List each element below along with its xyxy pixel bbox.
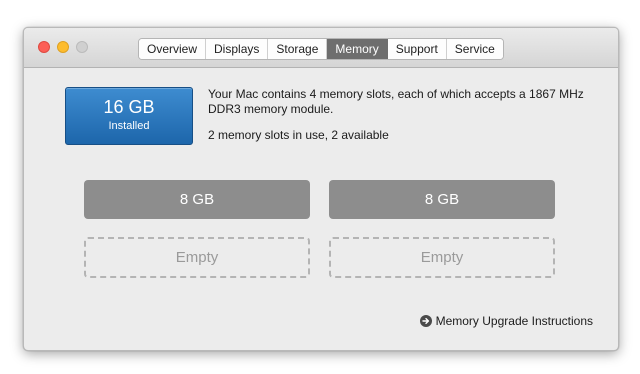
installed-memory-size: 16 GB	[103, 97, 155, 117]
memory-slots-description: Your Mac contains 4 memory slots, each o…	[208, 87, 584, 116]
memory-pane: 16 GB Installed Your Mac contains 4 memo…	[24, 68, 618, 350]
memory-slot-4: Empty	[329, 237, 555, 278]
tab-bar: Overview Displays Storage Memory Support…	[138, 38, 504, 60]
title-bar: Overview Displays Storage Memory Support…	[24, 28, 618, 68]
memory-slots-usage: 2 memory slots in use, 2 available	[208, 128, 389, 142]
memory-info: Your Mac contains 4 memory slots, each o…	[208, 87, 588, 143]
memory-upgrade-instructions-label: Memory Upgrade Instructions	[435, 314, 593, 328]
about-this-mac-window: Overview Displays Storage Memory Support…	[23, 27, 619, 351]
tab-support[interactable]: Support	[387, 39, 447, 59]
tab-overview[interactable]: Overview	[139, 39, 207, 59]
memory-slot-1: 8 GB	[84, 180, 310, 219]
tab-displays[interactable]: Displays	[206, 39, 269, 59]
memory-slot-3: Empty	[84, 237, 310, 278]
close-button[interactable]	[38, 41, 50, 53]
tab-memory[interactable]: Memory	[327, 39, 388, 59]
zoom-button[interactable]	[76, 41, 88, 53]
memory-upgrade-instructions-link[interactable]: Memory Upgrade Instructions	[419, 314, 593, 328]
memory-slot-2: 8 GB	[329, 180, 555, 219]
tab-storage[interactable]: Storage	[268, 39, 328, 59]
tab-service[interactable]: Service	[446, 39, 503, 59]
minimize-button[interactable]	[57, 41, 69, 53]
arrow-circle-right-icon	[419, 315, 432, 327]
installed-memory-label: Installed	[108, 120, 150, 132]
installed-memory-badge: 16 GB Installed	[65, 87, 193, 145]
